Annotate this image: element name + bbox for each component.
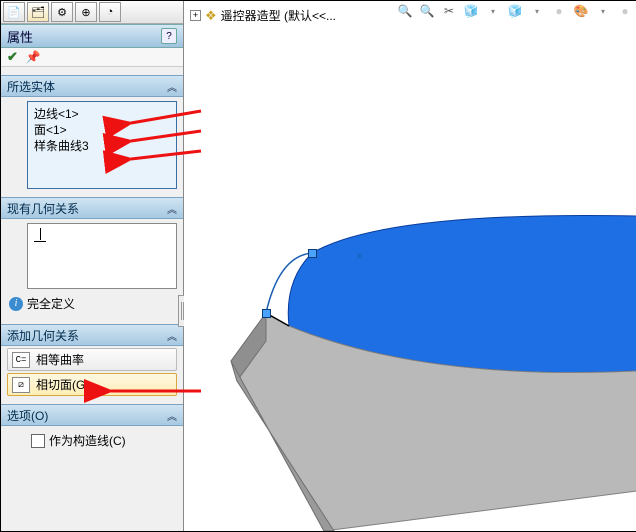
section-title: 所选实体 xyxy=(7,78,55,95)
option-label: 作为构造线(C) xyxy=(49,432,126,449)
tab-appearance[interactable]: ◔ xyxy=(99,2,121,22)
equal-curvature-icon: C= xyxy=(12,352,30,368)
button-label: 相等曲率 xyxy=(36,351,84,368)
section-header-existing[interactable]: 现有几何关系 ︽ xyxy=(1,197,183,219)
app-frame: 📄 🗂 ⚙ ⊕ ◔ 属性 ? ✔ 📌 所选实体 ︽ 边线<1> 面<1> 样条曲… xyxy=(0,0,636,532)
point-marker: × xyxy=(356,249,363,263)
list-item[interactable]: 样条曲线3 xyxy=(34,138,170,154)
info-icon: i xyxy=(9,297,23,311)
section-selected-entities: 所选实体 ︽ 边线<1> 面<1> 样条曲线3 xyxy=(1,75,183,189)
section-existing-relations: 现有几何关系 ︽ i 完全定义 xyxy=(1,197,183,316)
chevron-up-icon: ︽ xyxy=(167,201,177,216)
section-header-options[interactable]: 选项(O) ︽ xyxy=(1,404,183,426)
chevron-up-icon: ︽ xyxy=(167,79,177,94)
tangent-face-button[interactable]: ⧄ 相切面(G) xyxy=(7,373,177,396)
definition-status-text: 完全定义 xyxy=(27,295,75,312)
tab-feature[interactable]: 📄 xyxy=(3,2,25,22)
section-title: 现有几何关系 xyxy=(7,200,79,217)
panel-tabstrip: 📄 🗂 ⚙ ⊕ ◔ xyxy=(1,1,183,24)
list-item[interactable]: 面<1> xyxy=(34,122,170,138)
chevron-up-icon: ︽ xyxy=(167,328,177,343)
tangent-face-icon: ⧄ xyxy=(12,377,30,393)
panel-title-bar: 属性 ? xyxy=(1,24,183,48)
graphics-viewport[interactable]: 🔍 🔍 ✂ 🧊 ▾ 🧊 ▾ ● 🎨 ▾ ● + ❖ 遥控器造型 (默认<<... xyxy=(184,1,636,531)
ok-icon[interactable]: ✔ xyxy=(7,49,18,65)
chevron-up-icon: ︽ xyxy=(167,408,177,423)
section-header-selected[interactable]: 所选实体 ︽ xyxy=(1,75,183,97)
property-manager-panel: 📄 🗂 ⚙ ⊕ ◔ 属性 ? ✔ 📌 所选实体 ︽ 边线<1> 面<1> 样条曲… xyxy=(1,1,184,531)
definition-status-row: i 完全定义 xyxy=(1,291,183,316)
spline-endpoint[interactable] xyxy=(308,249,317,258)
tab-property[interactable]: 🗂 xyxy=(27,2,49,22)
tab-config[interactable]: ⚙ xyxy=(51,2,73,22)
equal-curvature-button[interactable]: C= 相等曲率 xyxy=(7,348,177,371)
section-options: 选项(O) ︽ 作为构造线(C) xyxy=(1,404,183,455)
section-title: 选项(O) xyxy=(7,407,48,424)
list-item[interactable]: 边线<1> xyxy=(34,106,170,122)
selected-entities-list[interactable]: 边线<1> 面<1> 样条曲线3 xyxy=(27,101,177,189)
spline-endpoint[interactable] xyxy=(262,309,271,318)
section-title: 添加几何关系 xyxy=(7,327,79,344)
confirm-row: ✔ 📌 xyxy=(1,48,183,67)
help-icon[interactable]: ? xyxy=(161,28,177,44)
construction-line-option[interactable]: 作为构造线(C) xyxy=(1,426,183,455)
perpendicular-icon xyxy=(34,228,48,242)
existing-relations-list[interactable] xyxy=(27,223,177,289)
tab-dimxpert[interactable]: ⊕ xyxy=(75,2,97,22)
panel-title: 属性 xyxy=(7,27,33,46)
section-add-relations: 添加几何关系 ︽ C= 相等曲率 ⧄ 相切面(G) xyxy=(1,324,183,396)
section-header-add[interactable]: 添加几何关系 ︽ xyxy=(1,324,183,346)
model-geometry xyxy=(184,1,636,531)
pin-icon[interactable]: 📌 xyxy=(26,50,41,64)
button-label: 相切面(G) xyxy=(36,376,89,393)
checkbox-unchecked[interactable] xyxy=(31,434,45,448)
